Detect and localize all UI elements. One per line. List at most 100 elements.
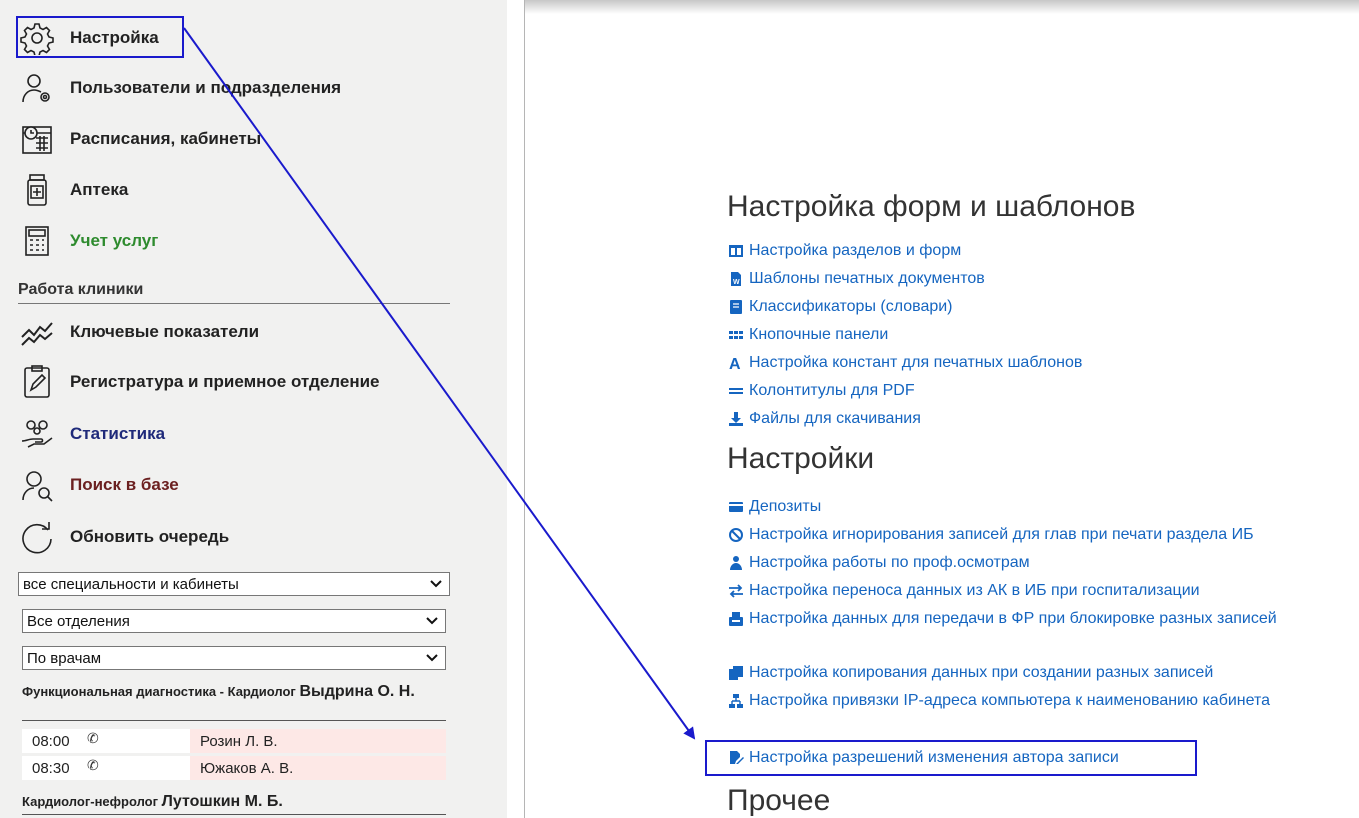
link-label: Депозиты <box>749 498 822 515</box>
chevron-down-icon <box>426 654 438 662</box>
sidebar-item-label: Регистратура и приемное отделение <box>70 372 380 391</box>
download-icon <box>727 410 745 428</box>
doctor-queue-header[interactable]: Функциональная диагностика - Кардиолог В… <box>22 684 452 700</box>
phone-icon: ✆ <box>87 757 99 773</box>
sidebar-item-key-metrics[interactable]: Ключевые показатели <box>18 312 259 352</box>
link-label: Шаблоны печатных документов <box>749 270 985 287</box>
divider <box>22 814 446 815</box>
link-label: Колонтитулы для PDF <box>749 382 915 399</box>
credit-card-icon <box>727 498 745 516</box>
link-label: Классификаторы (словари) <box>749 298 953 315</box>
columns-icon <box>727 242 745 260</box>
svg-text:W: W <box>733 279 740 286</box>
link-label: Настройка констант для печатных шаблонов <box>749 354 1083 371</box>
link-ip-binding[interactable]: Настройка привязки IP-адреса компьютера … <box>727 690 1305 712</box>
patient-name[interactable]: Розин Л. В. <box>190 729 446 753</box>
sidebar-item-label: Учет услуг <box>70 231 159 250</box>
link-button-panels[interactable]: Кнопочные панели <box>727 324 888 346</box>
word-document-icon: W <box>727 270 745 288</box>
link-label: Настройка копирования данных при создани… <box>749 664 1214 681</box>
link-prof-exams[interactable]: Настройка работы по проф.осмотрам <box>727 552 1030 574</box>
specialty-select[interactable]: все специальности и кабинеты <box>18 572 450 596</box>
link-label: Файлы для скачивания <box>749 410 921 427</box>
sidebar-item-registry[interactable]: Регистратура и приемное отделение <box>18 362 380 402</box>
link-deposits[interactable]: Депозиты <box>727 496 821 518</box>
link-label: Настройка игнорирования записей для глав… <box>749 526 1254 543</box>
appointment-row[interactable]: 08:30 ✆ Южаков А. В. <box>22 756 446 780</box>
user-search-icon <box>18 466 56 504</box>
sidebar-item-label: Пользователи и подразделения <box>70 78 342 97</box>
medicine-jar-icon <box>18 171 56 209</box>
doctor-specialty: Кардиолог-нефролог <box>22 794 162 809</box>
phone-icon: ✆ <box>87 730 99 746</box>
medical-person-icon <box>727 554 745 572</box>
link-sections-forms[interactable]: Настройка разделов и форм <box>727 240 961 262</box>
section-title: Работа клиники <box>18 281 450 304</box>
svg-text:A: A <box>729 356 741 371</box>
grouping-select-value: По врачам <box>27 649 102 667</box>
book-icon <box>727 298 745 316</box>
sidebar-item-label: Расписания, кабинеты <box>70 129 262 148</box>
sidebar-item-label: Ключевые показатели <box>70 322 260 341</box>
sidebar-item-label: Поиск в базе <box>70 475 179 494</box>
sidebar-divider <box>524 0 525 818</box>
doctor-name: Лутошкин М. Б. <box>161 793 283 810</box>
copy-icon <box>727 664 745 682</box>
department-select-value: Все отделения <box>27 612 130 630</box>
network-icon <box>727 692 745 710</box>
sidebar-item-label: Обновить очередь <box>70 527 230 546</box>
sidebar-item-label: Статистика <box>70 424 166 443</box>
sidebar-item-label: Аптека <box>70 180 129 199</box>
doctor-queue-header[interactable]: Кардиолог-нефролог Лутошкин М. Б. <box>22 794 452 810</box>
grid-dots-icon <box>727 326 745 344</box>
appointment-row[interactable]: 08:00 ✆ Розин Л. В. <box>22 729 446 753</box>
sidebar-item-db-search[interactable]: Поиск в базе <box>18 465 179 505</box>
refresh-icon <box>18 518 56 556</box>
link-copy-data[interactable]: Настройка копирования данных при создани… <box>727 662 1213 684</box>
grouping-select[interactable]: По врачам <box>22 646 446 670</box>
divider <box>22 720 446 721</box>
appointment-time: 08:00 <box>32 733 70 750</box>
font-a-icon: A <box>727 354 745 372</box>
appointment-time: 08:30 <box>32 760 70 777</box>
doctor-name: Выдрина О. Н. <box>299 683 415 700</box>
sidebar-item-services[interactable]: Учет услуг <box>18 221 158 261</box>
sidebar-item-pharmacy[interactable]: Аптека <box>18 170 128 210</box>
trend-lines-icon <box>18 313 56 351</box>
link-fr-data[interactable]: Настройка данных для передачи в ФР при б… <box>727 608 1305 630</box>
group-title-settings: Настройки <box>727 442 875 475</box>
highlight-box-settings <box>16 16 184 58</box>
group-title-forms: Настройка форм и шаблонов <box>727 190 1136 223</box>
specialty-select-value: все специальности и кабинеты <box>23 575 239 593</box>
link-ignore-records[interactable]: Настройка игнорирования записей для глав… <box>727 524 1254 546</box>
fax-icon <box>727 610 745 628</box>
patient-name[interactable]: Южаков А. В. <box>190 756 446 780</box>
calculator-icon <box>18 222 56 260</box>
link-downloads[interactable]: Файлы для скачивания <box>727 408 921 430</box>
sidebar-item-statistics[interactable]: Статистика <box>18 414 165 454</box>
link-label: Кнопочные панели <box>749 326 889 343</box>
link-label: Настройка данных для передачи в ФР при б… <box>749 610 1277 627</box>
clipboard-icon <box>18 363 56 401</box>
link-print-constants[interactable]: A Настройка констант для печатных шаблон… <box>727 352 1082 374</box>
exchange-arrows-icon <box>727 582 745 600</box>
link-label: Настройка привязки IP-адреса компьютера … <box>749 692 1271 709</box>
calendar-clock-icon <box>18 120 56 158</box>
ban-icon <box>727 526 745 544</box>
statistics-hand-icon <box>18 415 56 453</box>
link-classifiers[interactable]: Классификаторы (словари) <box>727 296 953 318</box>
link-pdf-headers[interactable]: Колонтитулы для PDF <box>727 380 915 402</box>
department-select[interactable]: Все отделения <box>22 609 446 633</box>
sidebar-item-users[interactable]: Пользователи и подразделения <box>18 68 341 108</box>
sidebar-item-schedules[interactable]: Расписания, кабинеты <box>18 119 261 159</box>
user-settings-icon <box>18 69 56 107</box>
group-title-other: Прочее <box>727 784 831 817</box>
header-shadow <box>525 0 1359 14</box>
chevron-down-icon <box>426 617 438 625</box>
highlight-box-author-permissions <box>705 740 1197 776</box>
sidebar-item-refresh-queue[interactable]: Обновить очередь <box>18 517 229 557</box>
link-label: Настройка разделов и форм <box>749 242 962 259</box>
link-print-templates[interactable]: W Шаблоны печатных документов <box>727 268 985 290</box>
link-label: Настройка работы по проф.осмотрам <box>749 554 1030 571</box>
link-data-transfer[interactable]: Настройка переноса данных из АК в ИБ при… <box>727 580 1200 602</box>
